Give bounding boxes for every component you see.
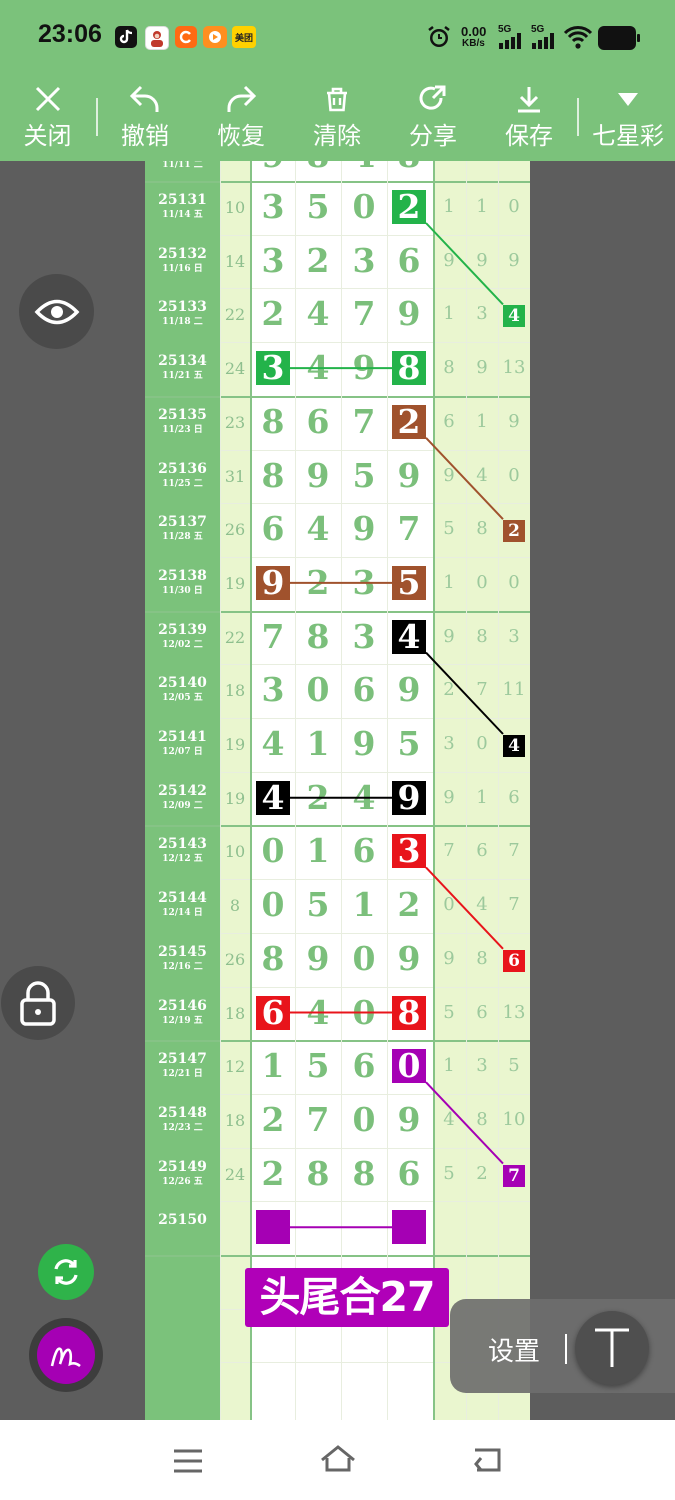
share-icon <box>419 85 446 110</box>
triangle-down-icon <box>618 93 638 106</box>
toolbar: 关闭 撤销 恢复 清除 分享 保存 七星彩 <box>0 74 675 161</box>
back-icon[interactable] <box>470 1446 504 1478</box>
signal-icon <box>531 33 557 53</box>
refresh-button[interactable] <box>38 1244 94 1300</box>
redo-icon <box>227 85 257 112</box>
lock-button[interactable] <box>1 966 75 1040</box>
status-time: 23:06 <box>38 20 102 48</box>
lottery-type-dropdown[interactable]: 七星彩 <box>585 74 671 161</box>
sum-connector <box>425 437 504 520</box>
download-icon <box>518 87 540 113</box>
redo-label: 恢复 <box>217 122 265 150</box>
sum-connector <box>425 1081 504 1165</box>
pen-button[interactable] <box>29 1318 103 1392</box>
orange-app-icon <box>175 26 197 48</box>
battery-icon <box>598 26 640 54</box>
lock-icon <box>20 981 56 1026</box>
refresh-icon <box>54 1259 78 1285</box>
trash-icon <box>327 87 347 112</box>
undo-icon <box>129 85 159 112</box>
status-bar: 23:06 美团 0.00 KB/s 5G 5G <box>0 0 675 74</box>
sum-connector <box>425 651 504 735</box>
save-label: 保存 <box>505 122 553 150</box>
net-speed-value: 0.00 <box>461 24 487 39</box>
toolbar-divider <box>577 98 579 136</box>
close-button[interactable]: 关闭 <box>10 74 85 161</box>
sum-connector <box>425 866 504 950</box>
clear-button[interactable]: 清除 <box>298 74 376 161</box>
undo-button[interactable]: 撤销 <box>106 74 184 161</box>
pen-icon <box>50 1347 81 1368</box>
text-tool-icon <box>595 1328 629 1367</box>
tiktok-icon <box>115 26 137 48</box>
settings-divider <box>565 1334 567 1364</box>
meituan-icon: 美团 <box>232 26 256 48</box>
eye-icon <box>34 299 79 324</box>
signal-icon <box>498 33 524 53</box>
annotation-banner[interactable]: 头尾合27 <box>245 1268 449 1327</box>
system-nav-bar <box>0 1420 675 1500</box>
share-button[interactable]: 分享 <box>394 74 472 161</box>
settings-button[interactable]: 设置 <box>488 1331 540 1368</box>
avatar-app-icon <box>145 26 169 50</box>
text-tool-button[interactable] <box>575 1311 649 1385</box>
alarm-icon <box>426 24 452 54</box>
lottery-type-label: 七星彩 <box>592 122 664 150</box>
meituan-label: 美团 <box>234 33 253 44</box>
toolbar-divider <box>96 98 98 136</box>
save-button[interactable]: 保存 <box>490 74 568 161</box>
lottery-trend-grid[interactable]: 11/11 二98482513111/14 五1035021102513211/… <box>145 161 530 1420</box>
drawing-overlay <box>290 222 504 1229</box>
menu-icon[interactable] <box>172 1448 204 1478</box>
redo-button[interactable]: 恢复 <box>202 74 280 161</box>
close-label: 关闭 <box>23 122 72 150</box>
sum-connector <box>425 222 504 306</box>
undo-label: 撤销 <box>121 122 169 150</box>
home-icon[interactable] <box>319 1444 357 1478</box>
video-app-icon <box>203 26 227 48</box>
net-speed-unit: KB/s <box>462 38 485 49</box>
share-label: 分享 <box>409 122 457 150</box>
close-icon <box>35 86 60 112</box>
visibility-toggle-button[interactable] <box>19 274 94 349</box>
wifi-icon <box>563 24 593 54</box>
clear-label: 清除 <box>313 122 361 150</box>
